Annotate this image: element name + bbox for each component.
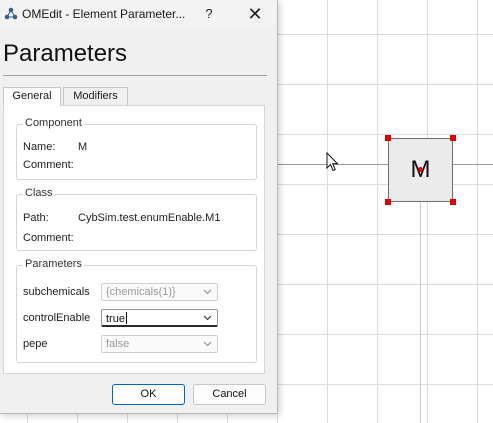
text-caret: [125, 312, 127, 324]
ok-button[interactable]: OK: [112, 384, 185, 405]
component-comment-label: Comment:: [23, 159, 74, 171]
subchemicals-value: {chemicals(1)}: [106, 286, 176, 298]
controlenable-text: true: [106, 312, 127, 325]
pepe-label: pepe: [23, 338, 48, 350]
chevron-down-icon: [203, 341, 212, 347]
name-label: Name:: [23, 141, 56, 153]
subchemicals-label: subchemicals: [23, 286, 90, 298]
name-value: M: [78, 141, 88, 153]
general-tab-panel: Component Name: M Comment: Class Path: C…: [3, 105, 265, 374]
connector-point: [418, 167, 423, 172]
element-parameters-dialog: OMEdit - Element Parameter... ? ✕ Parame…: [0, 0, 278, 414]
controlenable-combo[interactable]: true: [101, 309, 218, 327]
component-group: Component Name: M Comment:: [16, 117, 257, 180]
cancel-button[interactable]: Cancel: [193, 384, 266, 405]
page-title: Parameters: [3, 40, 128, 67]
resize-handle-top-left[interactable]: [385, 135, 391, 141]
guide-line: [420, 202, 421, 423]
app-icon: [4, 7, 18, 20]
controlenable-value: true: [106, 313, 125, 325]
path-label: Path:: [23, 212, 49, 224]
title-bar[interactable]: OMEdit - Element Parameter... ? ✕: [0, 0, 277, 30]
resize-handle-bottom-left[interactable]: [385, 199, 391, 205]
tab-modifiers[interactable]: Modifiers: [63, 87, 128, 105]
path-value: CybSim.test.enumEnable.M1: [78, 212, 221, 224]
chevron-down-icon: [203, 315, 212, 321]
parameters-group-title: Parameters: [23, 258, 84, 270]
resize-handle-bottom-right[interactable]: [450, 199, 456, 205]
subchemicals-combo[interactable]: {chemicals(1)}: [101, 283, 218, 301]
parameters-group: Parameters subchemicals {chemicals(1)} c…: [16, 258, 257, 363]
pepe-value: false: [106, 338, 130, 350]
connector-line-right: [453, 164, 493, 165]
mouse-cursor-icon: [326, 152, 339, 172]
tab-general[interactable]: General: [3, 87, 61, 106]
class-group: Class Path: CybSim.test.enumEnable.M1 Co…: [16, 187, 257, 251]
heading-divider: [3, 75, 267, 76]
pepe-combo[interactable]: false: [101, 335, 218, 353]
window-title: OMEdit - Element Parameter...: [22, 7, 186, 21]
chevron-down-icon: [203, 289, 212, 295]
resize-handle-top-right[interactable]: [450, 135, 456, 141]
close-icon[interactable]: ✕: [244, 4, 266, 24]
class-comment-label: Comment:: [23, 232, 74, 244]
component-group-title: Component: [23, 117, 84, 129]
help-icon[interactable]: ?: [199, 4, 219, 24]
controlenable-label: controlEnable: [23, 312, 91, 324]
class-group-title: Class: [23, 187, 55, 199]
